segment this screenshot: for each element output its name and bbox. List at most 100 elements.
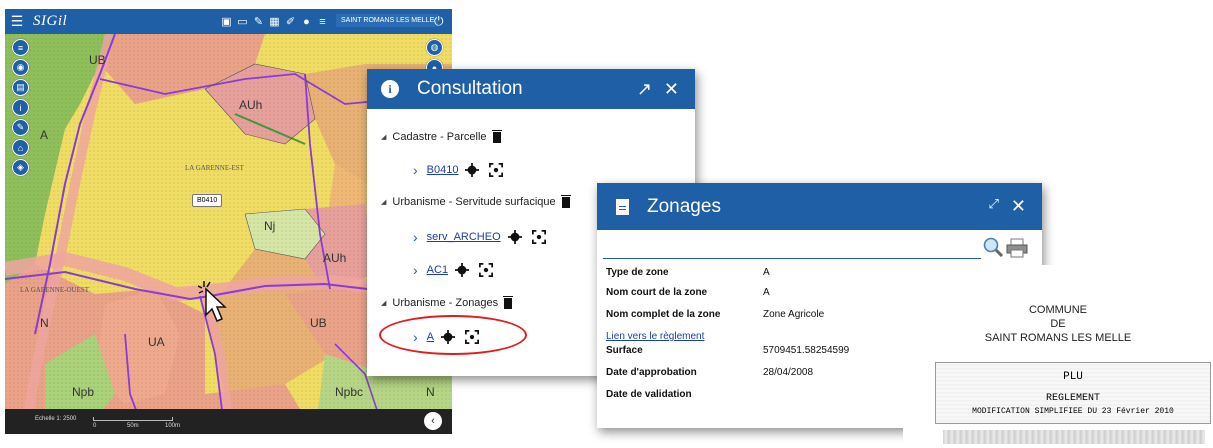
collapse-triangle-icon[interactable]: ◢: [381, 133, 386, 141]
scale-tick-label: 0: [93, 423, 97, 429]
tool-group: ▣ ▭ ✎ ▦ ✐ ● ≡: [220, 9, 329, 34]
layers-icon[interactable]: ▭: [236, 15, 249, 28]
zone-field-row: Surface 5709451.58254599: [606, 345, 849, 356]
contrast-icon[interactable]: [455, 263, 470, 277]
zone-label: Npbc: [335, 385, 363, 399]
doc-line: SAINT ROMANS LES MELLE: [984, 332, 1132, 344]
place-name: LA GARENNE-EST: [185, 164, 245, 172]
list-icon[interactable]: ≡: [316, 15, 329, 28]
collapse-triangle-icon[interactable]: ◢: [381, 198, 386, 206]
item-link-serv-archeo[interactable]: serv_ARCHEO: [427, 231, 501, 243]
group-cadastre[interactable]: ◢ Cadastre - Parcelle: [381, 129, 502, 143]
top-toolbar: ☰ SIGil ▣ ▭ ✎ ▦ ✐ ● ≡ SAINT ROMANS LES M…: [5, 9, 452, 34]
place-name: LA GARENNE-OUEST: [20, 286, 90, 294]
left-toolbar: ≡ ◉ ▤ i ✎ ⌂ ◈: [12, 39, 29, 176]
measure-icon[interactable]: ✎: [252, 15, 265, 28]
list-icon[interactable]: ≡: [12, 39, 29, 56]
scale-bar: Echelle 1: 2500 0 50m 100m ‹: [5, 409, 452, 434]
pen-icon[interactable]: ✐: [284, 15, 297, 28]
search-icon[interactable]: [983, 237, 1003, 257]
item-link-ac1[interactable]: AC1: [427, 264, 448, 276]
item-link-b0410[interactable]: B0410: [427, 164, 459, 176]
info-icon: i: [381, 80, 399, 98]
trash-icon[interactable]: [560, 194, 571, 208]
group-label: Urbanisme - Zonages: [392, 297, 499, 309]
field-value: 28/04/2008: [763, 367, 814, 378]
trash-icon[interactable]: [503, 295, 514, 309]
power-icon[interactable]: ⏻: [434, 14, 444, 29]
scale-label: Echelle 1: 2500: [35, 416, 77, 422]
print-icon[interactable]: ▣: [220, 15, 233, 28]
chevron-right-icon[interactable]: ›: [413, 162, 418, 178]
collapse-icon[interactable]: ‹: [424, 412, 442, 430]
info-icon[interactable]: i: [12, 99, 29, 116]
contrast-icon[interactable]: [507, 230, 522, 244]
scale-tick-label: 50m: [127, 423, 139, 429]
search-field[interactable]: [603, 241, 981, 259]
layers-icon[interactable]: ◈: [12, 159, 29, 176]
zone-label: UA: [148, 335, 165, 349]
chevron-right-icon[interactable]: ›: [413, 229, 418, 245]
field-label: Nom court de la zone: [606, 287, 708, 298]
zone-field-row: Nom complet de la zone Zone Agricole: [606, 309, 824, 320]
fullscreen-icon[interactable]: ⤢: [989, 196, 999, 217]
calendar-icon[interactable]: ▦: [268, 15, 281, 28]
zone-field-row: Date de validation: [606, 389, 692, 400]
zone-label: UB: [89, 53, 106, 67]
menu-icon[interactable]: ☰: [5, 9, 29, 34]
doc-line: DE: [1050, 318, 1066, 330]
field-label: Date de validation: [606, 389, 692, 400]
scale-ticks: [93, 417, 173, 421]
globe-icon[interactable]: ◍: [426, 39, 443, 56]
field-label: Nom complet de la zone: [606, 309, 721, 320]
zoom-target-icon[interactable]: [479, 263, 494, 277]
expand-icon[interactable]: ↗: [637, 79, 652, 100]
zone-label: Npb: [72, 385, 94, 399]
zone-label: UB: [310, 316, 327, 330]
group-servitude[interactable]: ◢ Urbanisme - Servitude surfacique: [381, 194, 571, 208]
zoom-target-icon[interactable]: [489, 163, 504, 177]
zone-field-row: Type de zone A: [606, 267, 770, 278]
list-item: › serv_ARCHEO: [413, 229, 546, 245]
cursor-icon: [198, 281, 227, 322]
plu-subtitle: REGLEMENT: [1045, 393, 1100, 404]
contrast-icon[interactable]: [465, 163, 480, 177]
group-label: Urbanisme - Servitude surfacique: [392, 196, 556, 208]
parcel-tooltip: B0410: [192, 194, 223, 207]
close-icon[interactable]: ✕: [1011, 196, 1026, 217]
plu-box: PLU REGLEMENT MODIFICATION SIMPLIFIEE DU…: [935, 362, 1211, 424]
field-value: A: [763, 267, 770, 278]
zone-label: AUh: [239, 98, 262, 112]
print-icon[interactable]: [1006, 238, 1028, 258]
chevron-right-icon[interactable]: ›: [413, 262, 418, 278]
plu-note: MODIFICATION SIMPLIFIEE DU 23 Février 20…: [972, 407, 1174, 416]
zoom-target-icon[interactable]: [531, 230, 546, 244]
commune-selector[interactable]: SAINT ROMANS LES MELLE: [336, 14, 440, 27]
reglement-link[interactable]: Lien vers le règlement: [606, 331, 704, 342]
zone-label: A: [40, 128, 48, 142]
field-label: Surface: [606, 345, 643, 356]
location-icon[interactable]: ●: [300, 15, 313, 28]
list-item: › B0410: [413, 162, 504, 178]
close-icon[interactable]: ✕: [664, 79, 679, 100]
highlight-ellipse: [379, 315, 527, 355]
zone-label: N: [426, 385, 435, 399]
locate-icon[interactable]: ◉: [12, 59, 29, 76]
field-value: 5709451.58254599: [763, 345, 850, 356]
zone-label: N: [40, 316, 49, 330]
zone-field-row: Date d'approbation 28/04/2008: [606, 367, 813, 378]
trash-icon[interactable]: [491, 129, 502, 143]
reglement-document: COMMUNE DE SAINT ROMANS LES MELLE PLU RE…: [903, 265, 1213, 448]
field-value: Zone Agricole: [763, 309, 825, 320]
document-icon[interactable]: ▤: [12, 79, 29, 96]
consultation-header: i Consultation ↗ ✕: [367, 69, 695, 109]
wrench-icon[interactable]: ✎: [12, 119, 29, 136]
plu-title: PLU: [1063, 371, 1083, 383]
doc-image-strip: [943, 430, 1205, 444]
group-zonages[interactable]: ◢ Urbanisme - Zonages: [381, 295, 514, 309]
home-icon[interactable]: ⌂: [12, 139, 29, 156]
field-label: Type de zone: [606, 267, 669, 278]
field-value: A: [763, 287, 770, 298]
zone-label: Nj: [264, 219, 275, 233]
collapse-triangle-icon[interactable]: ◢: [381, 299, 386, 307]
